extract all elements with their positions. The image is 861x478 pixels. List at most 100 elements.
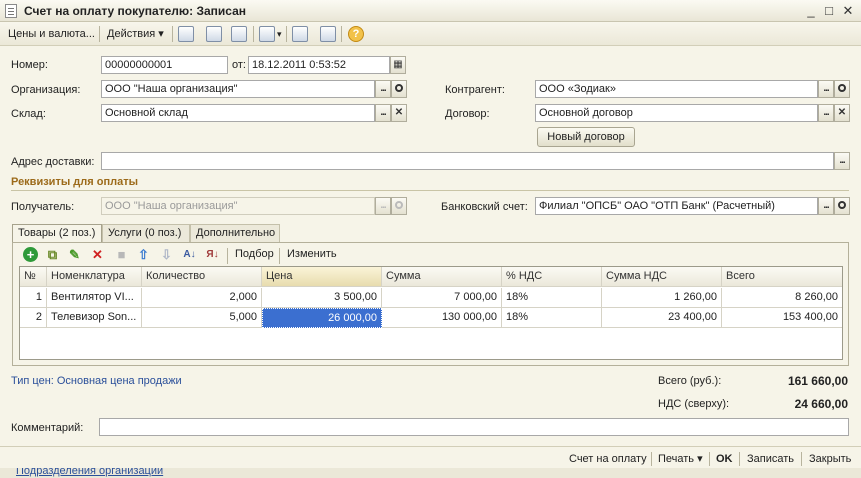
refresh-icon[interactable] [206,26,222,42]
invoice-print-button[interactable]: Счет на оплату [566,450,650,468]
save-button[interactable]: Записать [744,450,797,468]
magnifier-icon[interactable] [834,197,850,215]
title-bar: Счет на оплату покупателю: Записан _ □ ✕ [0,0,861,22]
organization-label: Организация: [11,84,81,96]
structure-icon[interactable] [292,26,308,42]
copy-document-icon[interactable] [231,26,247,42]
ellipsis-icon[interactable]: ... [818,197,834,215]
create-based-on-icon[interactable] [259,26,275,42]
organization-field[interactable]: ООО "Наша организация" [101,80,375,98]
close-button[interactable]: Закрыть [806,450,854,468]
total-cell[interactable]: 8 260,00 [722,288,842,308]
copy-row-icon[interactable]: ⧉ [45,247,60,262]
clear-x-icon[interactable]: ✕ [834,104,850,122]
comment-field[interactable] [99,418,849,436]
new-contract-button[interactable]: Новый договор [537,127,635,147]
price-cell-selected[interactable]: 26 000,00 [262,308,382,328]
tab-services[interactable]: Услуги (0 поз.) [102,224,190,242]
vat-sum-cell[interactable]: 23 400,00 [602,308,722,328]
column-header[interactable]: № [20,267,47,287]
recipient-label: Получатель: [11,201,75,213]
ellipsis-icon[interactable]: ... [834,152,850,170]
price-type-link[interactable]: Тип цен: Основная цена продажи [11,375,182,387]
column-header[interactable]: Цена [262,267,382,287]
counterparty-label: Контрагент: [445,84,505,96]
date-label: от: [232,59,246,71]
bottom-command-bar: Счет на оплату Печать ▾ OK Записать Закр… [0,446,861,468]
counterparty-field[interactable]: ООО «Зодиак» [535,80,818,98]
minimize-button[interactable]: _ [803,3,819,19]
recipient-field: ООО "Наша организация" [101,197,375,215]
quantity-cell[interactable]: 2,000 [142,288,262,308]
number-field[interactable]: 00000000001 [101,56,228,74]
post-document-icon[interactable] [178,26,194,42]
actions-menu-button[interactable]: Действия ▾ [104,25,167,43]
toolbar-separator [227,248,228,264]
quantity-cell[interactable]: 5,000 [142,308,262,328]
print-menu-button[interactable]: Печать ▾ [655,450,706,468]
total-label: Всего (руб.): [658,375,722,387]
column-header[interactable]: % НДС [502,267,602,287]
column-header[interactable]: Сумма НДС [602,267,722,287]
vat-rate-cell[interactable]: 18% [502,288,602,308]
status-link[interactable]: Подразделения организаций [16,468,163,477]
section-divider [11,190,849,191]
table-row[interactable]: 1 Вентилятор VI... 2,000 3 500,00 7 000,… [20,288,842,308]
sum-cell[interactable]: 7 000,00 [382,288,502,308]
table-row[interactable]: 2 Телевизор Son... 5,000 26 000,00 130 0… [20,308,842,328]
payment-section-title: Реквизиты для оплаты [11,176,138,188]
edit-button[interactable]: Изменить [284,245,340,263]
ellipsis-icon[interactable]: ... [375,80,391,98]
contract-field[interactable]: Основной договор [535,104,818,122]
move-up-icon[interactable]: ⇧ [136,247,151,262]
close-window-button[interactable]: ✕ [840,3,856,19]
calendar-icon[interactable]: ▦ [390,56,406,74]
sort-ascending-icon[interactable]: A↓ [182,247,197,262]
document-toolbar: Цены и валюта... Действия ▾ ▾ ? [0,22,861,46]
ok-button[interactable]: OK [713,450,736,468]
tab-goods[interactable]: Товары (2 поз.) [12,224,102,243]
tab-additional[interactable]: Дополнительно [190,224,280,242]
maximize-button[interactable]: □ [821,3,837,19]
magnifier-icon[interactable] [834,80,850,98]
total-cell[interactable]: 153 400,00 [722,308,842,328]
toolbar-separator [651,452,652,466]
actions-label: Действия [107,28,156,40]
nomenclature-cell[interactable]: Телевизор Son... [47,308,142,328]
ellipsis-icon[interactable]: ... [818,104,834,122]
price-cell[interactable]: 3 500,00 [262,288,382,308]
date-field[interactable]: 18.12.2011 0:53:52 [248,56,390,74]
nomenclature-cell[interactable]: Вентилятор VI... [47,288,142,308]
document-icon [5,4,17,18]
chevron-down-icon[interactable]: ▾ [274,25,285,43]
magnifier-icon[interactable] [391,80,407,98]
edit-pencil-icon[interactable]: ✎ [67,247,82,262]
clear-x-icon[interactable]: ✕ [391,104,407,122]
movements-icon[interactable] [320,26,336,42]
help-icon[interactable]: ? [348,26,364,42]
add-row-icon[interactable]: + [23,247,38,262]
column-header[interactable]: Всего [722,267,842,287]
column-header[interactable]: Сумма [382,267,502,287]
sort-descending-icon[interactable]: Я↓ [205,247,220,262]
delete-row-icon[interactable]: ✕ [90,247,105,262]
column-header[interactable]: Номенклатура [47,267,142,287]
column-header[interactable]: Количество [142,267,262,287]
ellipsis-icon[interactable]: ... [818,80,834,98]
toolbar-separator [279,248,280,264]
address-field[interactable] [101,152,834,170]
ellipsis-icon[interactable]: ... [375,104,391,122]
toolbar-separator [709,452,710,466]
warehouse-label: Склад: [11,108,46,120]
toolbar-separator [172,26,173,42]
prices-currency-button[interactable]: Цены и валюта... [5,25,98,43]
toolbar-separator [739,452,740,466]
sum-cell[interactable]: 130 000,00 [382,308,502,328]
toolbar-separator [253,26,254,42]
vat-sum-cell[interactable]: 1 260,00 [602,288,722,308]
vat-rate-cell[interactable]: 18% [502,308,602,328]
warehouse-field[interactable]: Основной склад [101,104,375,122]
bank-account-field[interactable]: Филиал "ОПСБ" ОАО "ОТП Банк" (Расчетный) [535,197,818,215]
selection-button[interactable]: Подбор [232,245,277,263]
row-number: 1 [20,288,47,308]
